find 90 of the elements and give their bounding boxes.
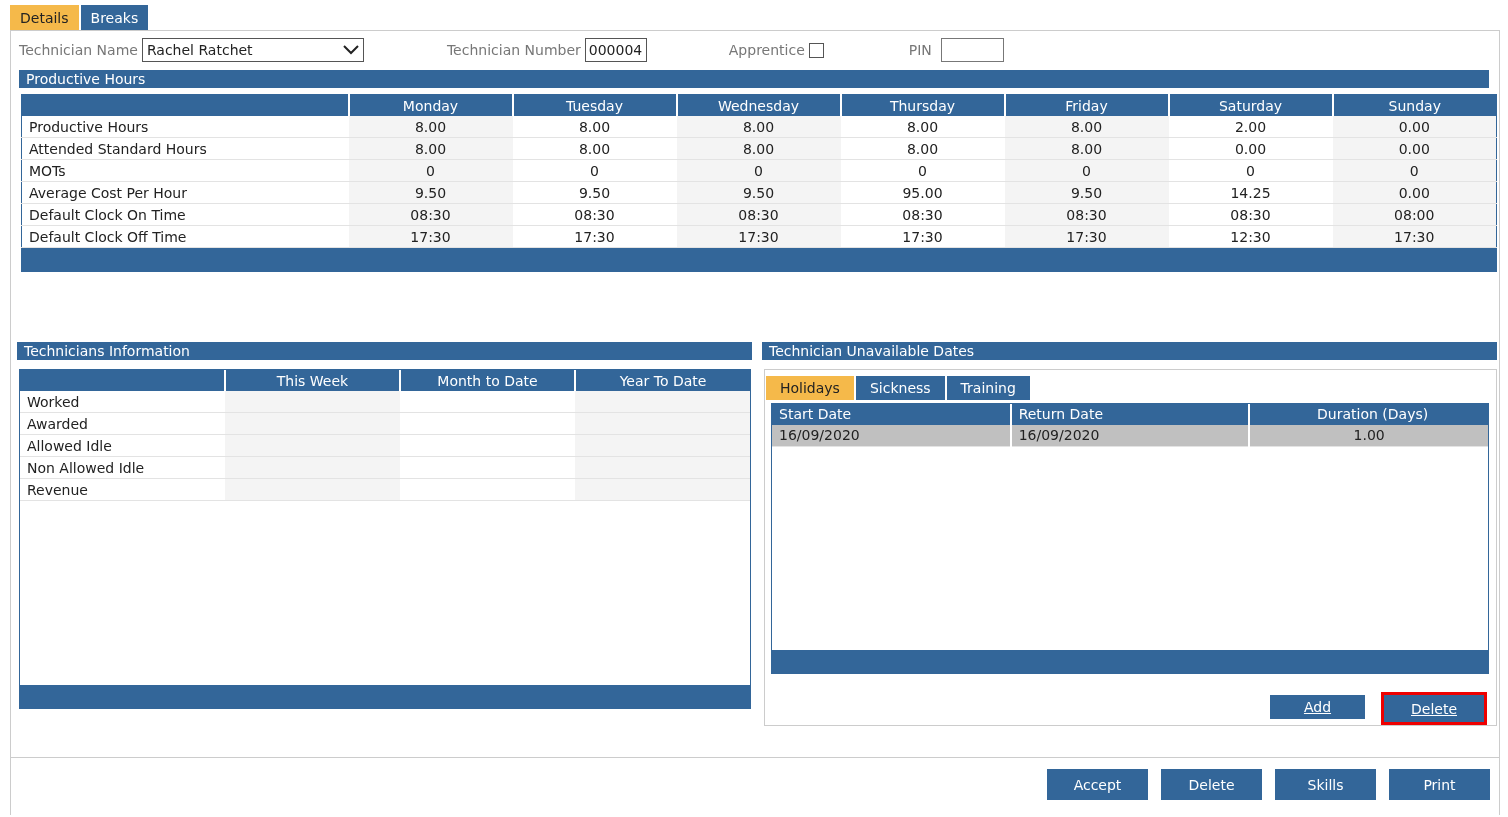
table-cell: 8.00 bbox=[676, 116, 841, 138]
row-label: Non Allowed Idle bbox=[20, 456, 225, 479]
row-label: MOTs bbox=[21, 159, 349, 182]
table-cell: 0 bbox=[1004, 159, 1169, 182]
table-cell: 8.00 bbox=[512, 137, 677, 160]
button[interactable]: Add bbox=[1267, 692, 1368, 722]
column-header: Wednesday bbox=[676, 94, 841, 116]
column-header: Return Date bbox=[1010, 403, 1250, 425]
technician-number-field[interactable]: 000004 bbox=[584, 38, 647, 62]
table-cell: 8.00 bbox=[1004, 116, 1169, 138]
table-cell: 8.00 bbox=[512, 116, 677, 138]
row-label: Allowed Idle bbox=[20, 434, 225, 457]
table-cell: 14.25 bbox=[1168, 181, 1333, 204]
tab[interactable]: Details bbox=[10, 5, 79, 30]
button[interactable]: Delete bbox=[1161, 769, 1262, 800]
row-label: Awarded bbox=[20, 412, 225, 435]
table-cell: 08:30 bbox=[512, 203, 677, 226]
row-label: Default Clock On Time bbox=[21, 203, 349, 226]
column-header: Sunday bbox=[1332, 94, 1497, 116]
column-header: Thursday bbox=[840, 94, 1005, 116]
column-header: Tuesday bbox=[512, 94, 677, 116]
table-cell: 0.00 bbox=[1332, 181, 1497, 204]
field-label: PIN bbox=[908, 42, 932, 58]
field-label: Apprentice bbox=[728, 42, 805, 58]
column-header: Friday bbox=[1004, 94, 1169, 116]
button[interactable]: Skills bbox=[1275, 769, 1376, 800]
row-label: Worked bbox=[20, 391, 225, 413]
column-header: This Week bbox=[225, 370, 400, 391]
row-label: Revenue bbox=[20, 478, 225, 501]
table-cell: 8.00 bbox=[676, 137, 841, 160]
table-cell: 95.00 bbox=[840, 181, 1005, 204]
table-cell: 08:30 bbox=[348, 203, 513, 226]
table-cell: 8.00 bbox=[840, 137, 1005, 160]
table-cell: 17:30 bbox=[676, 225, 841, 248]
section-header: Technician Unavailable Dates bbox=[762, 342, 1497, 360]
column-header: Duration (Days) bbox=[1249, 403, 1488, 425]
field-label: Technician Number bbox=[446, 42, 581, 58]
row-label: Attended Standard Hours bbox=[21, 137, 349, 160]
column-header: Saturday bbox=[1168, 94, 1333, 116]
table-cell: 08:30 bbox=[1004, 203, 1169, 226]
row-label: Productive Hours bbox=[21, 116, 349, 138]
table-cell: 0 bbox=[676, 159, 841, 182]
tab[interactable]: Breaks bbox=[80, 5, 149, 30]
table-cell: 8.00 bbox=[840, 116, 1005, 138]
button[interactable]: Delete bbox=[1381, 692, 1487, 725]
table-cell: 0.00 bbox=[1332, 137, 1497, 160]
table-cell: 0 bbox=[840, 159, 1005, 182]
table-cell: 17:30 bbox=[1332, 225, 1497, 248]
button[interactable]: Accept bbox=[1047, 769, 1148, 800]
table-cell: 8.00 bbox=[348, 137, 513, 160]
table-cell: 0.00 bbox=[1168, 137, 1333, 160]
table-cell: 8.00 bbox=[1004, 137, 1169, 160]
table-cell: 08:30 bbox=[676, 203, 841, 226]
table-cell: 0 bbox=[1332, 159, 1497, 182]
table-cell: 9.50 bbox=[512, 181, 677, 204]
table-cell: 2.00 bbox=[1168, 116, 1333, 138]
chevron-down-icon bbox=[342, 45, 359, 55]
table-cell: 9.50 bbox=[1004, 181, 1169, 204]
table-row[interactable]: 16/09/2020 16/09/2020 1.00 bbox=[772, 424, 1488, 447]
table-cell: 08:30 bbox=[1168, 203, 1333, 226]
table-cell: 8.00 bbox=[348, 116, 513, 138]
apprentice-checkbox[interactable] bbox=[808, 42, 824, 58]
table-cell: 9.50 bbox=[348, 181, 513, 204]
button[interactable]: Print bbox=[1389, 769, 1490, 800]
technician-name-dropdown[interactable]: Rachel Ratchet bbox=[141, 38, 364, 62]
column-header: Start Date bbox=[772, 403, 1011, 425]
table-cell: 17:30 bbox=[348, 225, 513, 248]
column-header: Monday bbox=[348, 94, 513, 116]
table-cell: 0 bbox=[512, 159, 677, 182]
table-cell: 9.50 bbox=[676, 181, 841, 204]
section-header: Productive Hours bbox=[19, 70, 1489, 88]
table-cell: 0 bbox=[1168, 159, 1333, 182]
table-cell: 12:30 bbox=[1168, 225, 1333, 248]
section-header: Technicians Information bbox=[17, 342, 752, 360]
table-cell: 0.00 bbox=[1332, 116, 1497, 138]
table-cell: 17:30 bbox=[840, 225, 1005, 248]
tab[interactable]: Holidays bbox=[766, 376, 854, 400]
pin-field[interactable] bbox=[940, 38, 1004, 62]
tab[interactable]: Training bbox=[946, 376, 1030, 400]
row-label: Default Clock Off Time bbox=[21, 225, 349, 248]
field-label: Technician Name bbox=[19, 42, 138, 58]
table-cell: 17:30 bbox=[512, 225, 677, 248]
column-header: Year To Date bbox=[575, 370, 750, 391]
table-cell: 17:30 bbox=[1004, 225, 1169, 248]
tab[interactable]: Sickness bbox=[855, 376, 945, 400]
row-label: Average Cost Per Hour bbox=[21, 181, 349, 204]
table-cell: 08:30 bbox=[840, 203, 1005, 226]
column-header: Month to Date bbox=[400, 370, 575, 391]
table-cell: 0 bbox=[348, 159, 513, 182]
table-cell: 08:00 bbox=[1332, 203, 1497, 226]
